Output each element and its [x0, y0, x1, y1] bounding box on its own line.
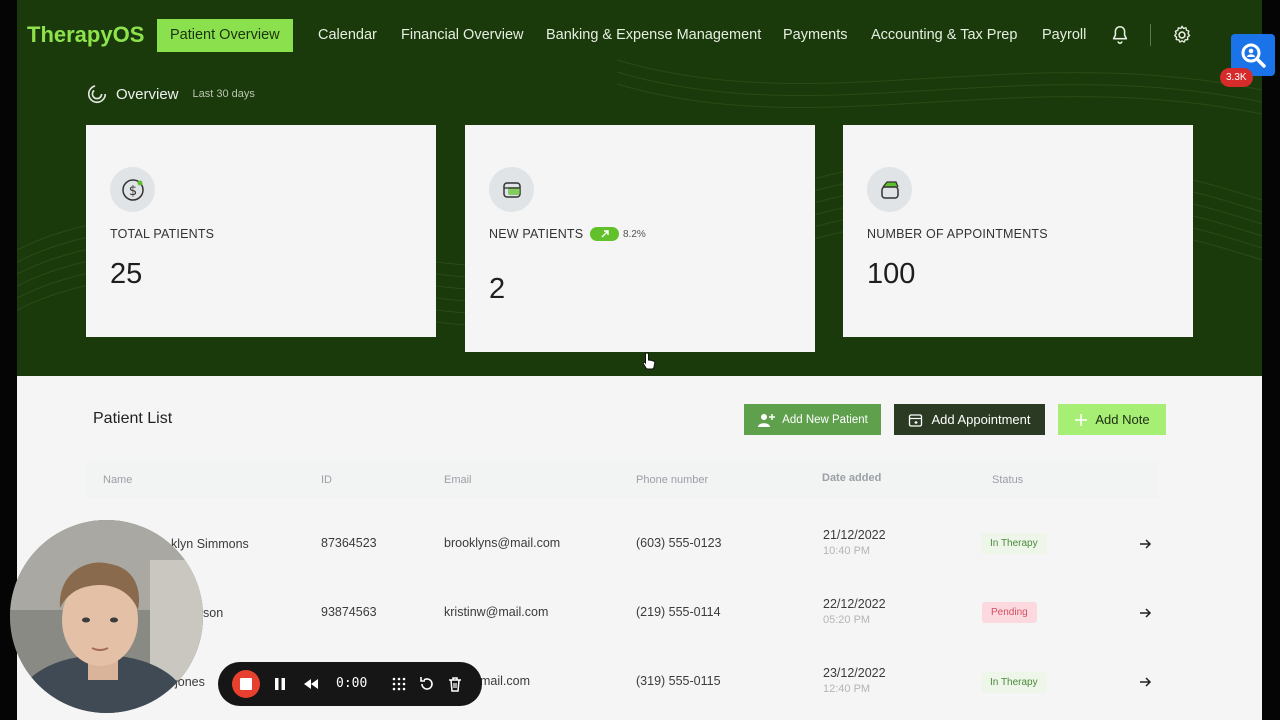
card-appointments[interactable]: NUMBER OF APPOINTMENTS 100 [843, 125, 1193, 337]
presenter-video-image [10, 520, 203, 713]
card-label: NUMBER OF APPOINTMENTS [867, 227, 1048, 241]
col-phone[interactable]: Phone number [636, 474, 708, 486]
add-new-patient-button[interactable]: Add New Patient [744, 404, 881, 435]
nav-calendar[interactable]: Calendar [318, 27, 377, 43]
nav-banking-expense[interactable]: Banking & Expense Management [546, 27, 761, 43]
add-note-button[interactable]: Add Note [1058, 404, 1166, 435]
card-value: 100 [867, 258, 916, 290]
nav-financial-overview[interactable]: Financial Overview [401, 27, 524, 43]
top-navbar: TherapyOS Patient Overview Calendar Fina… [17, 0, 1262, 70]
status-badge: In Therapy [981, 533, 1047, 554]
time-added: 05:20 PM [823, 614, 871, 626]
card-new-patients[interactable]: NEW PATIENTS 8.2% 2 [465, 125, 815, 352]
add-note-label: Add Note [1095, 412, 1150, 427]
screen-right-edge [1262, 0, 1280, 720]
col-status[interactable]: Status [992, 474, 1023, 486]
patient-phone: (603) 555-0123 [636, 536, 722, 550]
col-name[interactable]: Name [103, 474, 132, 486]
nav-payments[interactable]: Payments [783, 27, 847, 43]
magnifier-icon [1241, 43, 1266, 68]
col-id[interactable]: ID [321, 474, 332, 486]
arrow-right-icon[interactable] [1138, 675, 1152, 689]
overview-header: Overview Last 30 days [86, 83, 255, 105]
patient-email: brooklyns@mail.com [444, 536, 561, 550]
calendar-plus-icon [909, 413, 923, 427]
svg-text:$: $ [128, 184, 136, 199]
add-user-icon [758, 413, 776, 427]
card-total-patients[interactable]: $ TOTAL PATIENTS 25 [86, 125, 436, 337]
trend-up-icon [590, 227, 619, 241]
loading-spiral-icon [87, 84, 107, 104]
arrow-right-icon[interactable] [1138, 537, 1152, 551]
patient-name[interactable]: klyn Simmons [171, 537, 249, 551]
grid-dots-icon[interactable] [390, 675, 408, 693]
add-new-patient-label: Add New Patient [782, 413, 868, 426]
brand-logo[interactable]: TherapyOS [27, 22, 144, 48]
stop-recording-button[interactable] [232, 670, 260, 698]
nav-divider [1150, 24, 1151, 46]
recording-toolbar: 0:00 [218, 662, 482, 706]
status-badge: Pending [982, 602, 1037, 623]
patient-id: 93874563 [321, 605, 377, 619]
restart-icon[interactable] [418, 675, 436, 693]
patient-phone: (319) 555-0115 [636, 674, 721, 688]
pause-icon[interactable] [271, 675, 289, 693]
patient-email: mail.com [480, 674, 531, 688]
plus-icon [1075, 413, 1088, 426]
add-appointment-label: Add Appointment [931, 412, 1031, 427]
webcam-bubble[interactable] [10, 520, 203, 713]
date-added: 23/12/2022 [823, 666, 886, 680]
app-window: TherapyOS Patient Overview Calendar Fina… [17, 0, 1262, 720]
hero-section: TherapyOS Patient Overview Calendar Fina… [17, 0, 1262, 376]
card-value: 25 [110, 258, 143, 290]
status-badge: In Therapy [981, 672, 1047, 693]
patient-phone: (219) 555-0114 [636, 605, 721, 619]
card-label: NEW PATIENTS [489, 227, 584, 241]
patient-id: 87364523 [321, 536, 377, 550]
date-added: 21/12/2022 [823, 528, 886, 542]
wallet-icon [867, 167, 912, 212]
dollar-circle-icon: $ [110, 167, 155, 212]
change-badge: 8.2% [590, 227, 646, 241]
recording-timer: 0:00 [336, 676, 368, 691]
col-email[interactable]: Email [444, 474, 472, 486]
gear-icon[interactable] [1171, 24, 1193, 46]
nav-payroll[interactable]: Payroll [1042, 27, 1086, 43]
date-added: 22/12/2022 [823, 597, 886, 611]
bell-icon[interactable] [1109, 24, 1131, 46]
change-percent: 8.2% [623, 228, 646, 240]
col-date-added[interactable]: Date added [822, 472, 881, 484]
add-appointment-button[interactable]: Add Appointment [894, 404, 1045, 435]
patient-name[interactable]: son [203, 606, 223, 620]
nav-patient-overview[interactable]: Patient Overview [157, 19, 293, 52]
nav-accounting-tax[interactable]: Accounting & Tax Prep [871, 27, 1017, 43]
overview-period[interactable]: Last 30 days [193, 88, 255, 100]
overview-title: Overview [116, 85, 179, 103]
arrow-right-icon[interactable] [1138, 606, 1152, 620]
trash-icon[interactable] [446, 675, 464, 693]
card-label: TOTAL PATIENTS [110, 227, 215, 241]
time-added: 10:40 PM [823, 545, 871, 557]
time-added: 12:40 PM [823, 683, 871, 695]
extension-count-badge: 3.3K [1220, 68, 1253, 87]
rewind-icon[interactable] [302, 675, 320, 693]
patient-email: kristinw@mail.com [444, 605, 549, 619]
hand-cursor-icon [642, 352, 656, 370]
patient-list-title: Patient List [93, 410, 173, 427]
card-icon [489, 167, 534, 212]
card-value: 2 [489, 273, 506, 305]
